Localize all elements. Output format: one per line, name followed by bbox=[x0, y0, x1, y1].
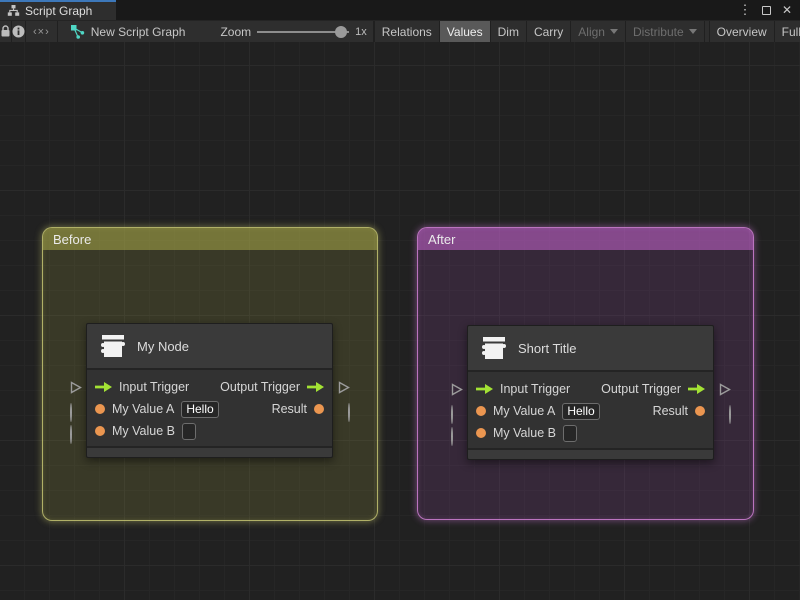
node-my-node[interactable]: My Node Input Trigger Output Trigger My … bbox=[70, 323, 350, 458]
lock-icon bbox=[1, 25, 10, 37]
result-port[interactable] bbox=[695, 406, 705, 416]
port-row-trigger: Input Trigger Output Trigger bbox=[468, 378, 713, 400]
new-script-graph-button[interactable]: New Script Graph bbox=[58, 21, 193, 42]
close-button[interactable]: ✕ bbox=[780, 2, 794, 18]
output-trigger-port[interactable] bbox=[307, 382, 324, 392]
node-body: Input Trigger Output Trigger My Value A … bbox=[468, 370, 713, 448]
group-before-header[interactable]: Before bbox=[43, 228, 377, 250]
output-trigger-port[interactable] bbox=[688, 384, 705, 394]
hierarchy-graph-icon bbox=[7, 4, 20, 17]
external-value-a-port[interactable] bbox=[70, 403, 72, 422]
value-a-port[interactable] bbox=[476, 406, 486, 416]
node-title: Short Title bbox=[518, 340, 577, 356]
result-label: Result bbox=[652, 404, 688, 418]
distribute-button[interactable]: Distribute bbox=[626, 21, 705, 42]
result-port[interactable] bbox=[314, 404, 324, 414]
toolbar-right-buttons: Relations Values Dim Carry Align Distrib… bbox=[373, 21, 800, 42]
external-result-port[interactable] bbox=[348, 403, 350, 422]
node-my-node-header[interactable]: My Node bbox=[87, 324, 332, 368]
maximize-button[interactable] bbox=[759, 2, 773, 18]
group-after-title: After bbox=[428, 231, 456, 247]
graph-node-icon bbox=[70, 24, 85, 39]
tab-bar: Script Graph ⋮ ✕ bbox=[0, 0, 800, 20]
lock-button[interactable] bbox=[0, 21, 12, 42]
external-input-trigger-port[interactable] bbox=[70, 381, 82, 394]
graph-toolbar: ‹×› New Script Graph Zoom 1x Relations V… bbox=[0, 20, 800, 42]
distribute-label: Distribute bbox=[632, 24, 684, 39]
window-menu-button[interactable]: ⋮ bbox=[738, 2, 752, 18]
new-script-graph-label: New Script Graph bbox=[90, 24, 186, 39]
external-value-b-port[interactable] bbox=[451, 427, 453, 446]
input-trigger-label: Input Trigger bbox=[119, 380, 190, 394]
value-b-port[interactable] bbox=[476, 428, 486, 438]
external-result-port[interactable] bbox=[729, 405, 731, 424]
zoom-label: Zoom bbox=[220, 24, 252, 39]
graph-canvas[interactable]: Before My Node Input Trigger Output Trig… bbox=[0, 42, 800, 600]
zoom-slider-knob[interactable] bbox=[335, 25, 348, 38]
align-label: Align bbox=[578, 24, 605, 39]
port-row-trigger: Input Trigger Output Trigger bbox=[87, 376, 332, 398]
value-a-label: My Value A bbox=[493, 404, 556, 418]
chevron-down-icon bbox=[609, 29, 618, 34]
external-value-b-port[interactable] bbox=[70, 425, 72, 444]
input-trigger-port[interactable] bbox=[476, 384, 493, 394]
input-trigger-port[interactable] bbox=[95, 382, 112, 392]
zoom-value: 1x bbox=[355, 25, 367, 38]
carry-button[interactable]: Carry bbox=[527, 21, 572, 42]
output-trigger-label: Output Trigger bbox=[601, 382, 681, 396]
value-a-label: My Value A bbox=[112, 402, 175, 416]
tab-script-graph[interactable]: Script Graph bbox=[0, 0, 116, 20]
external-output-trigger-port[interactable] bbox=[338, 381, 350, 394]
info-button[interactable] bbox=[12, 21, 26, 42]
port-row-value-a: My Value A Hello Result bbox=[468, 400, 713, 422]
value-b-label: My Value B bbox=[112, 424, 175, 438]
external-output-trigger-port[interactable] bbox=[719, 383, 731, 396]
port-row-value-a: My Value A Hello Result bbox=[87, 398, 332, 420]
input-trigger-label: Input Trigger bbox=[500, 382, 571, 396]
tab-active-indicator bbox=[0, 0, 116, 2]
value-a-port[interactable] bbox=[95, 404, 105, 414]
node-footer bbox=[468, 448, 713, 459]
node-footer bbox=[87, 446, 332, 457]
zoom-slider[interactable] bbox=[257, 25, 350, 39]
port-row-value-b: My Value B bbox=[468, 422, 713, 444]
value-b-field[interactable] bbox=[563, 424, 577, 442]
output-trigger-label: Output Trigger bbox=[220, 380, 300, 394]
overview-button[interactable]: Overview bbox=[710, 21, 775, 42]
value-b-port[interactable] bbox=[95, 426, 105, 436]
unit-node-icon bbox=[97, 331, 127, 361]
value-b-label: My Value B bbox=[493, 426, 556, 440]
maximize-icon bbox=[761, 5, 771, 15]
group-before[interactable]: Before My Node Input Trigger Output Trig… bbox=[42, 227, 378, 521]
code-view-button[interactable]: ‹×› bbox=[26, 21, 58, 42]
external-input-trigger-port[interactable] bbox=[451, 383, 463, 396]
node-title: My Node bbox=[137, 338, 190, 354]
result-label: Result bbox=[271, 402, 307, 416]
relations-button[interactable]: Relations bbox=[373, 21, 440, 42]
script-graph-window: Script Graph ⋮ ✕ ‹×› New Script Graph Zo… bbox=[0, 0, 800, 600]
tab-title: Script Graph bbox=[25, 3, 93, 18]
group-before-title: Before bbox=[53, 231, 92, 247]
group-after-header[interactable]: After bbox=[418, 228, 753, 250]
group-after[interactable]: After Short Title Input Trigger Output T… bbox=[417, 227, 754, 520]
zoom-control: Zoom 1x bbox=[192, 21, 374, 42]
node-body: Input Trigger Output Trigger My Value A … bbox=[87, 368, 332, 446]
chevron-down-icon bbox=[688, 29, 697, 34]
value-a-field[interactable]: Hello bbox=[562, 402, 600, 420]
value-a-field[interactable]: Hello bbox=[181, 400, 219, 418]
external-value-a-port[interactable] bbox=[451, 405, 453, 424]
value-b-field[interactable] bbox=[182, 422, 196, 440]
node-short-title-header[interactable]: Short Title bbox=[468, 326, 713, 370]
info-icon bbox=[12, 25, 25, 38]
values-button[interactable]: Values bbox=[439, 21, 491, 42]
node-short-title[interactable]: Short Title Input Trigger Output Trigger bbox=[451, 325, 731, 460]
align-button[interactable]: Align bbox=[571, 21, 626, 42]
window-controls: ⋮ ✕ bbox=[738, 0, 800, 20]
port-row-value-b: My Value B bbox=[87, 420, 332, 442]
code-icon: ‹×› bbox=[33, 25, 50, 38]
unit-node-icon bbox=[478, 333, 508, 363]
full-screen-button[interactable]: Full Screen bbox=[775, 21, 800, 42]
dim-button[interactable]: Dim bbox=[491, 21, 527, 42]
